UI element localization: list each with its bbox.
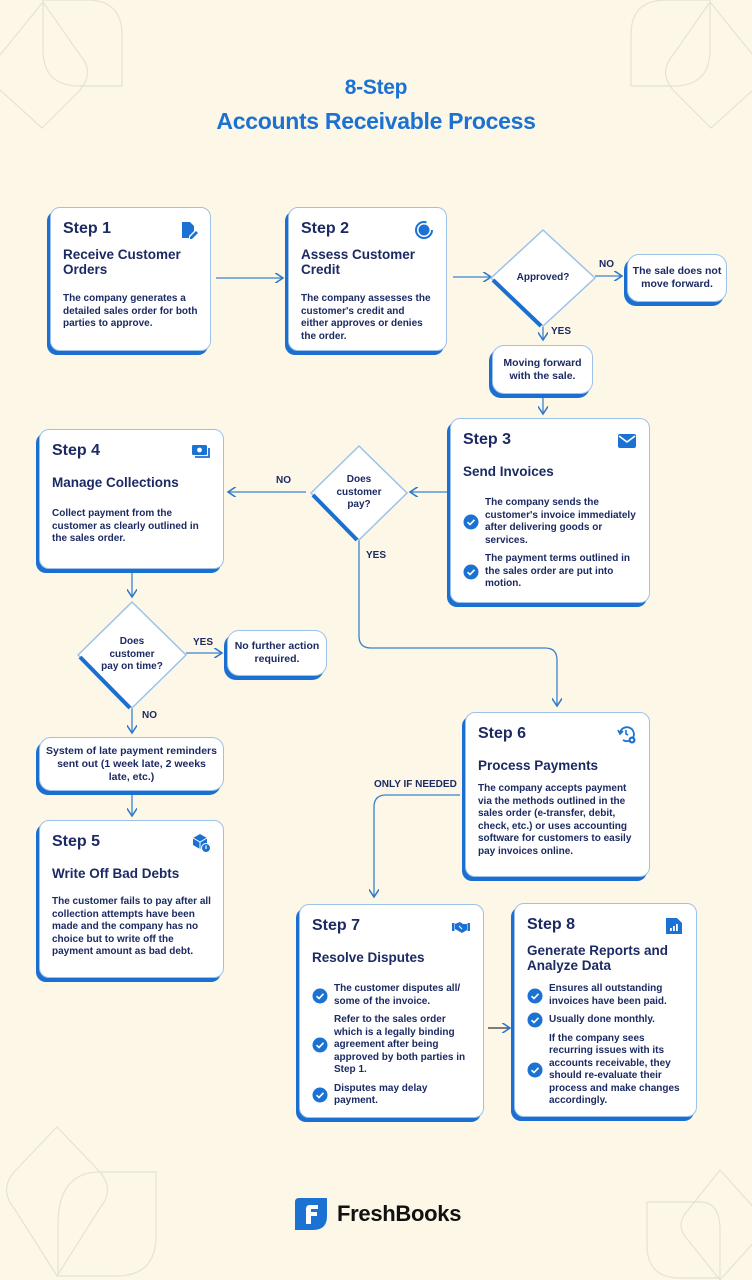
step-description: The customer fails to pay after all coll… xyxy=(52,896,211,957)
step-heading: Resolve Disputes xyxy=(312,950,425,965)
check-badge-icon xyxy=(527,1012,543,1028)
outcome-late-reminders: System of late payment reminders sent ou… xyxy=(39,737,224,791)
decision-customer-pay-label: Does customer pay? xyxy=(336,474,382,511)
label-no: NO xyxy=(599,259,614,270)
step-description: The company generates a detailed sales o… xyxy=(63,293,198,329)
step-8-card: Step 8 Generate Reports and Analyze Data… xyxy=(514,903,697,1117)
decision-approved-label: Approved? xyxy=(516,271,570,283)
bar-chart-icon xyxy=(666,918,682,934)
bullet-text: The company sends the customer's invoice… xyxy=(485,497,636,546)
label-no: NO xyxy=(276,475,291,486)
bullet-text: Ensures all outstanding invoices have be… xyxy=(549,983,667,1007)
bullet-text: Refer to the sales order which is a lega… xyxy=(334,1014,466,1075)
bullet-text: If the company sees recurring issues wit… xyxy=(549,1032,680,1107)
label-yes: YES xyxy=(551,326,572,337)
bullet-text: The customer disputes all/ some of the i… xyxy=(334,983,461,1007)
step-bullet: Usually done monthly. xyxy=(527,1012,684,1028)
outcome-sale-not-forward: The sale does not move forward. xyxy=(627,254,727,302)
arrow-step6-to-step7 xyxy=(374,794,460,897)
bullet-text: Usually done monthly. xyxy=(549,1014,655,1025)
step-bullet: Refer to the sales order which is a lega… xyxy=(312,1014,471,1077)
step-bullet: If the company sees recurring issues wit… xyxy=(527,1033,684,1108)
label-yes: YES xyxy=(366,550,387,561)
label-no: NO xyxy=(142,710,157,721)
step-heading: Assess Customer Credit xyxy=(301,247,416,277)
step-heading: Manage Collections xyxy=(52,475,179,490)
credit-gauge-icon xyxy=(415,221,433,239)
step-description: The company assesses the customer's cred… xyxy=(301,293,431,342)
check-badge-icon xyxy=(312,1087,328,1103)
step-heading: Write Off Bad Debts xyxy=(52,866,180,881)
label-yes: YES xyxy=(193,637,214,648)
decision-pay-on-time-label: Does customer pay on time? xyxy=(101,636,163,673)
freshbooks-logo-icon xyxy=(295,1198,327,1230)
bullet-text: The payment terms outlined in the sales … xyxy=(485,553,631,589)
step-1-card: Step 1 Receive Customer Orders The compa… xyxy=(50,207,211,351)
step-description: The company accepts payment via the meth… xyxy=(478,783,632,857)
freshbooks-logo: FreshBooks xyxy=(293,1196,461,1232)
step-bullet: The payment terms outlined in the sales … xyxy=(463,553,637,591)
label-only-if-needed: ONLY IF NEEDED xyxy=(374,779,457,790)
step-number: Step 7 xyxy=(312,917,361,934)
step-heading: Process Payments xyxy=(478,758,599,773)
step-2-card: Step 2 Assess Customer Credit The compan… xyxy=(288,207,447,351)
step-number: Step 6 xyxy=(478,725,527,742)
step-number: Step 4 xyxy=(52,442,101,459)
step-number: Step 8 xyxy=(527,916,576,933)
check-badge-icon xyxy=(312,1037,328,1053)
check-badge-icon xyxy=(463,514,479,530)
step-description: Collect payment from the customer as cle… xyxy=(52,508,199,544)
bullet-text: Disputes may delay payment. xyxy=(334,1082,428,1107)
envelope-icon xyxy=(618,434,636,448)
outcome-no-further-action: No further action required. xyxy=(227,630,327,676)
step-6-card: Step 6 Process Payments The company acce… xyxy=(465,712,650,877)
check-badge-icon xyxy=(312,988,328,1003)
step-heading: Receive Customer Orders xyxy=(63,247,181,277)
handshake-icon xyxy=(452,922,470,933)
box-alert-icon xyxy=(192,834,211,853)
step-4-card: Step 4 Manage Collections Collect paymen… xyxy=(39,429,224,569)
document-edit-icon xyxy=(182,222,198,239)
step-number: Step 3 xyxy=(463,431,512,448)
step-bullet: The company sends the customer's invoice… xyxy=(463,497,637,547)
step-number: Step 5 xyxy=(52,833,101,850)
check-badge-icon xyxy=(527,988,543,1003)
step-heading: Generate Reports and Analyze Data xyxy=(527,943,669,973)
step-heading: Send Invoices xyxy=(463,464,554,479)
step-3-card: Step 3 Send Invoices The company sends t… xyxy=(450,418,650,603)
step-7-card: Step 7 Resolve Disputes The customer dis… xyxy=(299,904,484,1118)
step-bullet: Ensures all outstanding invoices have be… xyxy=(527,983,684,1008)
brand-name: FreshBooks xyxy=(337,1201,462,1226)
cash-icon xyxy=(192,445,210,458)
outcome-moving-forward: Moving forward with the sale. xyxy=(492,345,593,394)
check-badge-icon xyxy=(527,1062,543,1078)
step-bullet: Disputes may delay payment. xyxy=(312,1083,471,1108)
history-gear-icon xyxy=(617,726,636,744)
check-badge-icon xyxy=(463,564,479,580)
step-5-card: Step 5 Write Off Bad Debts The customer … xyxy=(39,820,224,978)
step-bullet: The customer disputes all/ some of the i… xyxy=(312,983,471,1008)
